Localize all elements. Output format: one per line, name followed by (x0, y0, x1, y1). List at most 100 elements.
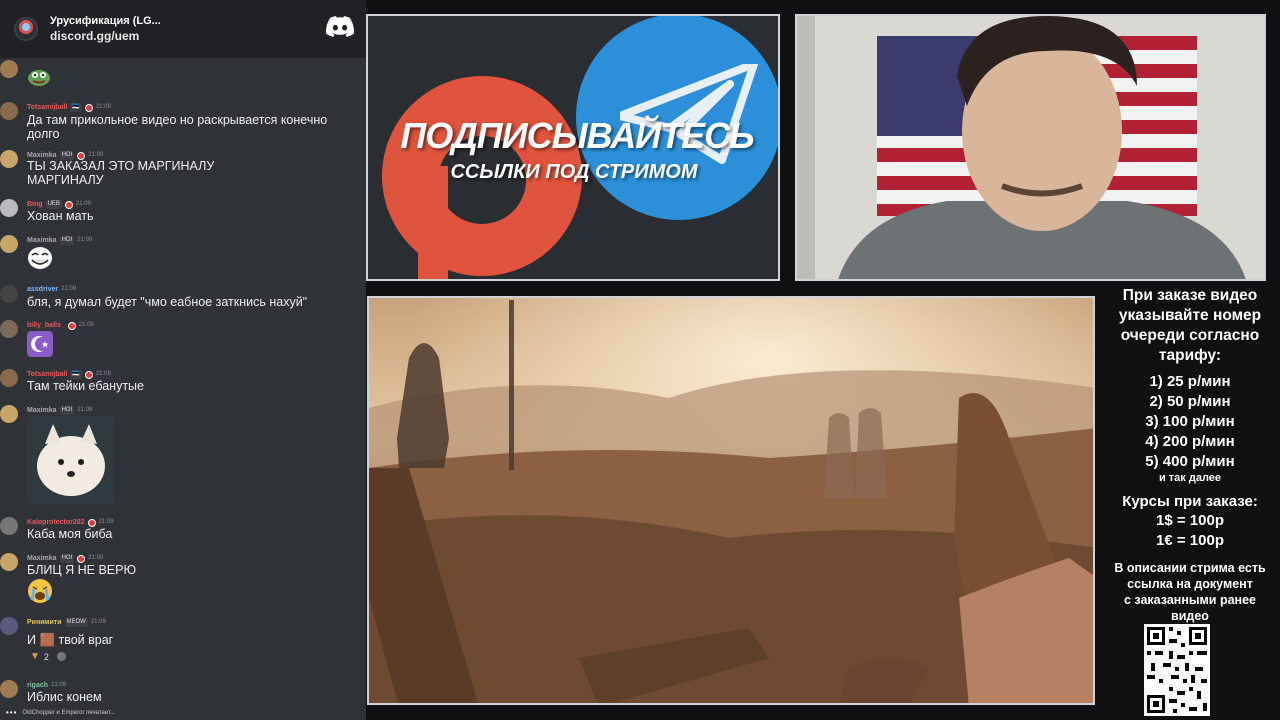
avatar (0, 553, 18, 571)
pepe-emoji-icon (28, 70, 50, 86)
doc-line: ссылка на документ (1127, 577, 1253, 591)
reactions[interactable]: ▼ 2 (30, 651, 66, 662)
avatar (0, 405, 18, 423)
username[interactable]: Bing (27, 200, 43, 209)
live-badge-icon (77, 554, 86, 563)
order-info-panel: При заказе видео указывайте номер очеред… (1100, 286, 1280, 720)
message-text: Да там прикольное видео но раскрывается … (27, 113, 328, 141)
typing-text: OldChopper и Emperor печатает... (22, 709, 116, 716)
tariff-list: 1) 25 р/мин 2) 50 р/мин 3) 100 р/мин 4) … (1100, 372, 1280, 484)
timestamp: 21:09 (77, 237, 93, 243)
timestamp: 21:09 (90, 619, 106, 625)
doc-line: с заказанными ранее (1123, 593, 1256, 607)
reaction-icon: ▼ (30, 651, 40, 662)
timestamp: 21:09 (75, 201, 91, 207)
doc-line: В описании стрима есть (1114, 561, 1266, 575)
rate-item: 1$ = 100р (1156, 512, 1224, 529)
user-badge: HOI (59, 554, 75, 563)
banner-subtitle: ССЫЛКИ ПОД СТРИМОМ (450, 161, 698, 183)
rates-list: 1$ = 100р 1€ = 100р (1100, 511, 1280, 551)
avatar (0, 102, 18, 120)
add-reaction-icon[interactable] (56, 652, 66, 661)
typing-indicator: ••• OldChopper и Emperor печатает... (6, 708, 115, 717)
avatar (0, 369, 18, 387)
message-text: БЛИЦ Я НЕ ВЕРЮ (27, 563, 137, 577)
message-text: И 🟫 твой враг (27, 633, 114, 647)
rates-title: Курсы при заказе: (1122, 493, 1258, 510)
user-badge: UEB (45, 200, 62, 209)
info-line: указывайте номер (1118, 307, 1262, 324)
timestamp: 21:09 (95, 371, 111, 377)
document-note: В описании стрима есть ссылка на докумен… (1100, 560, 1280, 624)
info-line: тарифу: (1158, 347, 1222, 364)
username[interactable]: Totsamijball (27, 370, 67, 379)
video-frame (369, 298, 1093, 703)
server-link[interactable]: discord.gg/uem (50, 28, 161, 44)
tariff-item: 4) 200 р/мин (1145, 433, 1235, 450)
avatar (0, 320, 18, 338)
main-video[interactable] (367, 296, 1095, 705)
doc-line: видео (1171, 609, 1209, 623)
avatar (0, 60, 18, 78)
avatar (0, 285, 18, 303)
subscribe-banner: ПОДПИСЫВАЙТЕСЬ ССЫЛКИ ПОД СТРИМОМ (366, 14, 780, 281)
live-badge-icon (87, 518, 96, 527)
message-text: Иблис конем (27, 690, 102, 704)
crying-emoji-icon (28, 579, 52, 603)
avatar (0, 680, 18, 698)
username[interactable]: rigach (27, 681, 48, 690)
username[interactable]: Maximka (27, 236, 57, 245)
username[interactable]: Maximka (27, 406, 57, 415)
server-name: Урусификация (LG... (50, 15, 161, 27)
tariff-item: 3) 100 р/мин (1145, 413, 1235, 430)
message-text: бля, я думал будет "чмо еабное заткнись … (27, 295, 308, 309)
order-instructions: При заказе видео указывайте номер очеред… (1100, 286, 1280, 366)
username[interactable]: Totsamijball (27, 103, 67, 112)
banner-title: ПОДПИСЫВАЙТЕСЬ (400, 115, 754, 156)
chat-panel: Урусификация (LG... discord.gg/uem Totsa… (0, 0, 366, 720)
crescent-emoji-icon (27, 331, 53, 357)
server-icon (14, 17, 38, 41)
username[interactable]: assdriver (27, 285, 58, 294)
message-text: Каба моя биба (27, 527, 113, 541)
username[interactable]: Kaloprotector282 (27, 518, 85, 527)
message-text: ТЫ ЗАКАЗАЛ ЭТО МАРГИНАЛУ МАРГИНАЛУ (27, 159, 215, 187)
typing-dots-icon: ••• (6, 708, 18, 717)
timestamp: 21:09 (61, 286, 77, 292)
timestamp: 21:09 (51, 682, 67, 688)
live-badge-icon (84, 370, 93, 379)
webcam-feed (795, 14, 1266, 281)
timestamp: 21:09 (78, 322, 94, 328)
live-badge-icon (64, 200, 73, 209)
tariff-item: 1) 25 р/мин (1149, 373, 1231, 390)
reaction-count: 2 (43, 651, 49, 662)
tariff-item: 2) 50 р/мин (1149, 393, 1231, 410)
rate-item: 1€ = 100р (1156, 532, 1224, 549)
live-badge-icon (67, 321, 76, 330)
user-badge: 🇪🇪 (70, 103, 82, 112)
avatar (0, 517, 18, 535)
message-text: Хован мать (27, 209, 94, 223)
avatar (0, 235, 18, 253)
tariff-item: 5) 400 р/мин (1145, 453, 1235, 470)
timestamp: 21:09 (98, 519, 114, 525)
info-line: При заказе видео (1122, 287, 1258, 304)
timestamp: 21:09 (95, 104, 111, 110)
chat-header: Урусификация (LG... discord.gg/uem (0, 0, 366, 58)
user-badge: MEOW (64, 618, 88, 627)
avatar (0, 150, 18, 168)
qr-code-icon[interactable] (1144, 624, 1210, 716)
discord-icon (326, 16, 354, 37)
username[interactable]: Ринямити (27, 618, 62, 627)
puppy-sticker-icon (27, 416, 115, 504)
tariff-note: и так далее (1158, 472, 1222, 484)
trollface-emoji-icon (28, 247, 52, 269)
username[interactable]: billy_balls_ (27, 321, 65, 330)
timestamp: 21:09 (88, 555, 104, 561)
message-text: Там тейки ебанутые (27, 379, 144, 393)
username[interactable]: Maximka (27, 554, 57, 563)
user-badge: 🇪🇪 (70, 370, 82, 379)
info-line: очереди согласно (1120, 327, 1260, 344)
stream-layout: Урусификация (LG... discord.gg/uem Totsa… (0, 0, 1280, 720)
avatar (0, 617, 18, 635)
